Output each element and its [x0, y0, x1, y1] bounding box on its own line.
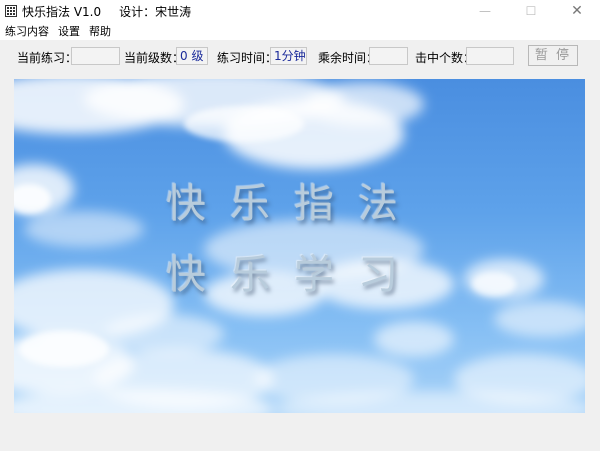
current-practice-label: 当前练习：	[17, 51, 78, 65]
stage-line-1: 快乐指法	[166, 181, 422, 227]
menu-practice-content[interactable]: 练习内容	[0, 23, 53, 39]
menu-help[interactable]: 帮助	[84, 23, 115, 39]
pause-button[interactable]: 暂 停	[528, 45, 578, 66]
menu-bar: 练习内容 设置 帮助	[0, 22, 600, 40]
minimize-button[interactable]: —	[462, 0, 508, 22]
window-controls: — ☐ ✕	[462, 0, 600, 22]
window-title: 快乐指法 V1.0	[22, 4, 102, 19]
app-icon	[5, 5, 17, 17]
menu-settings[interactable]: 设置	[53, 23, 84, 39]
stage-line-2: 快乐学习	[166, 252, 422, 298]
maximize-button[interactable]: ☐	[508, 0, 554, 22]
practice-time-label: 练习时间：	[217, 51, 278, 65]
remaining-time-field	[369, 47, 408, 65]
current-level-label: 当前级数：	[124, 51, 185, 65]
practice-time-field: 1分钟	[270, 47, 307, 65]
current-level-field: 0 级	[176, 47, 208, 65]
practice-stage: 快乐指法 快乐学习	[14, 79, 585, 413]
window-author: 设计：宋世涛	[119, 4, 192, 19]
hits-field	[466, 47, 514, 65]
title-bar: 快乐指法 V1.0 设计：宋世涛 — ☐ ✕	[0, 0, 600, 22]
current-practice-field	[71, 47, 120, 65]
close-button[interactable]: ✕	[554, 0, 600, 22]
